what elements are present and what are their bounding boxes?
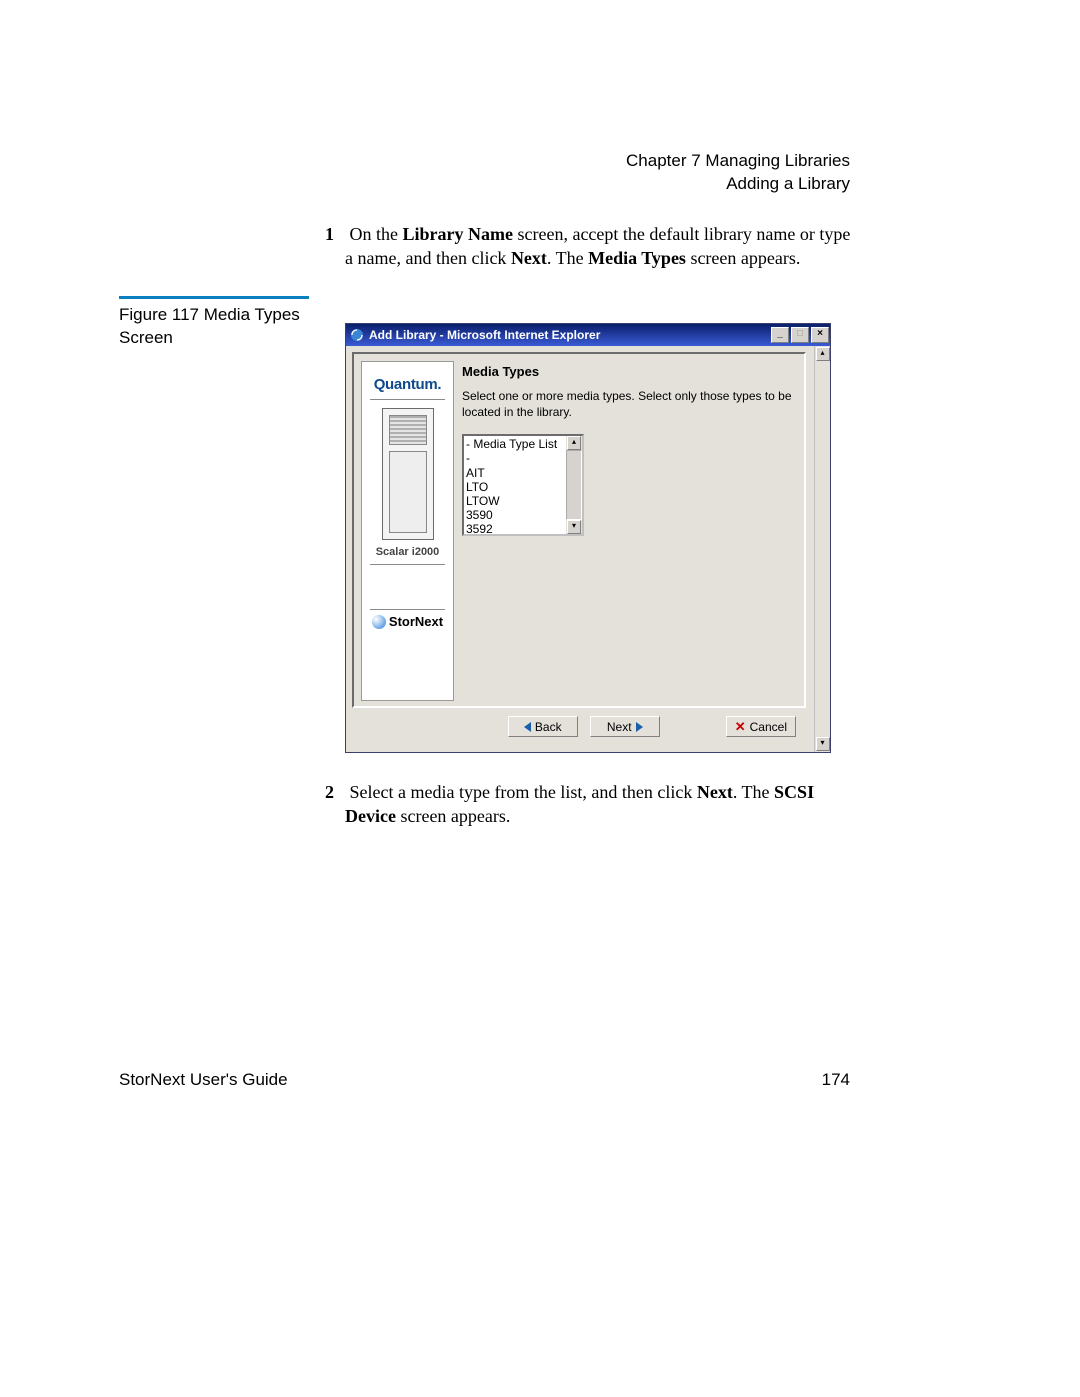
scroll-down-icon[interactable]: ▾ (816, 737, 830, 751)
window-title: Add Library - Microsoft Internet Explore… (369, 328, 770, 342)
wizard-main: Media Types Select one or more media typ… (462, 364, 796, 536)
content-area: ▴ ▾ Quantum. Scalar i2000 (346, 346, 830, 752)
figure-caption-rule (119, 296, 309, 299)
step-1: 1 On the Library Name screen, accept the… (345, 222, 855, 271)
wizard-sidebar: Quantum. Scalar i2000 StorNext (361, 361, 454, 701)
section-label: Adding a Library (626, 173, 850, 196)
wizard-step-title: Media Types (462, 364, 796, 379)
maximize-button[interactable]: □ (791, 327, 809, 343)
listbox-scrollbar[interactable]: ▴ ▾ (566, 436, 582, 534)
cancel-button-label: Cancel (750, 720, 787, 734)
wizard-button-row: Back Next ✕ Cancel (352, 716, 806, 742)
sidebar-divider (370, 564, 445, 565)
library-model-label: Scalar i2000 (364, 546, 451, 558)
ie-icon (349, 327, 365, 343)
listbox-header: - Media Type List - (464, 436, 566, 466)
back-button-label: Back (535, 720, 562, 734)
sidebar-divider (370, 609, 445, 610)
sidebar-divider (370, 399, 445, 400)
product-row: StorNext (364, 614, 451, 629)
scrollbar-track[interactable] (566, 450, 582, 520)
x-icon: ✕ (735, 719, 746, 735)
step-2: 2 Select a media type from the list, and… (345, 780, 855, 829)
next-button-label: Next (607, 720, 632, 734)
step-number: 2 (325, 780, 345, 804)
window-titlebar: Add Library - Microsoft Internet Explore… (346, 324, 830, 346)
ie-window: Add Library - Microsoft Internet Explore… (345, 323, 831, 753)
step-text: Select a media type from the list, and t… (345, 782, 814, 826)
footer-page-number: 174 (822, 1070, 850, 1090)
brand-logo: Quantum. (364, 376, 451, 393)
stornext-icon (372, 615, 386, 629)
back-button[interactable]: Back (508, 716, 578, 737)
list-item[interactable]: LTO (464, 480, 566, 494)
scroll-up-icon[interactable]: ▴ (816, 347, 830, 361)
close-button[interactable]: × (811, 327, 829, 343)
cancel-button[interactable]: ✕ Cancel (726, 716, 796, 737)
product-name: StorNext (389, 614, 443, 629)
wizard-step-description: Select one or more media types. Select o… (462, 389, 796, 420)
list-item[interactable]: 3590 (464, 508, 566, 522)
triangle-left-icon (524, 722, 531, 732)
next-button[interactable]: Next (590, 716, 660, 737)
figure-caption: Figure 117 Media Types Screen (119, 304, 319, 350)
library-graphic-icon (382, 408, 434, 540)
page-scrollbar[interactable]: ▴ ▾ (814, 346, 830, 752)
step-number: 1 (325, 222, 345, 246)
wizard-panel: Quantum. Scalar i2000 StorNext (352, 352, 806, 708)
window-buttons: _ □ × (770, 325, 830, 345)
page-header: Chapter 7 Managing Libraries Adding a Li… (626, 150, 850, 196)
scrollbar-track[interactable] (815, 362, 830, 736)
footer-guide-title: StorNext User's Guide (119, 1070, 288, 1090)
list-item[interactable]: LTOW (464, 494, 566, 508)
list-item[interactable]: AIT (464, 466, 566, 480)
triangle-right-icon (636, 722, 643, 732)
page: Chapter 7 Managing Libraries Adding a Li… (0, 0, 1080, 1397)
chapter-label: Chapter 7 Managing Libraries (626, 150, 850, 173)
minimize-button[interactable]: _ (771, 327, 789, 343)
list-item[interactable]: 3592 (464, 522, 566, 534)
media-type-listbox[interactable]: - Media Type List - AIT LTO LTOW 3590 35… (462, 434, 584, 536)
step-text: On the Library Name screen, accept the d… (345, 224, 850, 268)
scroll-down-icon[interactable]: ▾ (567, 520, 581, 534)
scroll-up-icon[interactable]: ▴ (567, 436, 581, 450)
